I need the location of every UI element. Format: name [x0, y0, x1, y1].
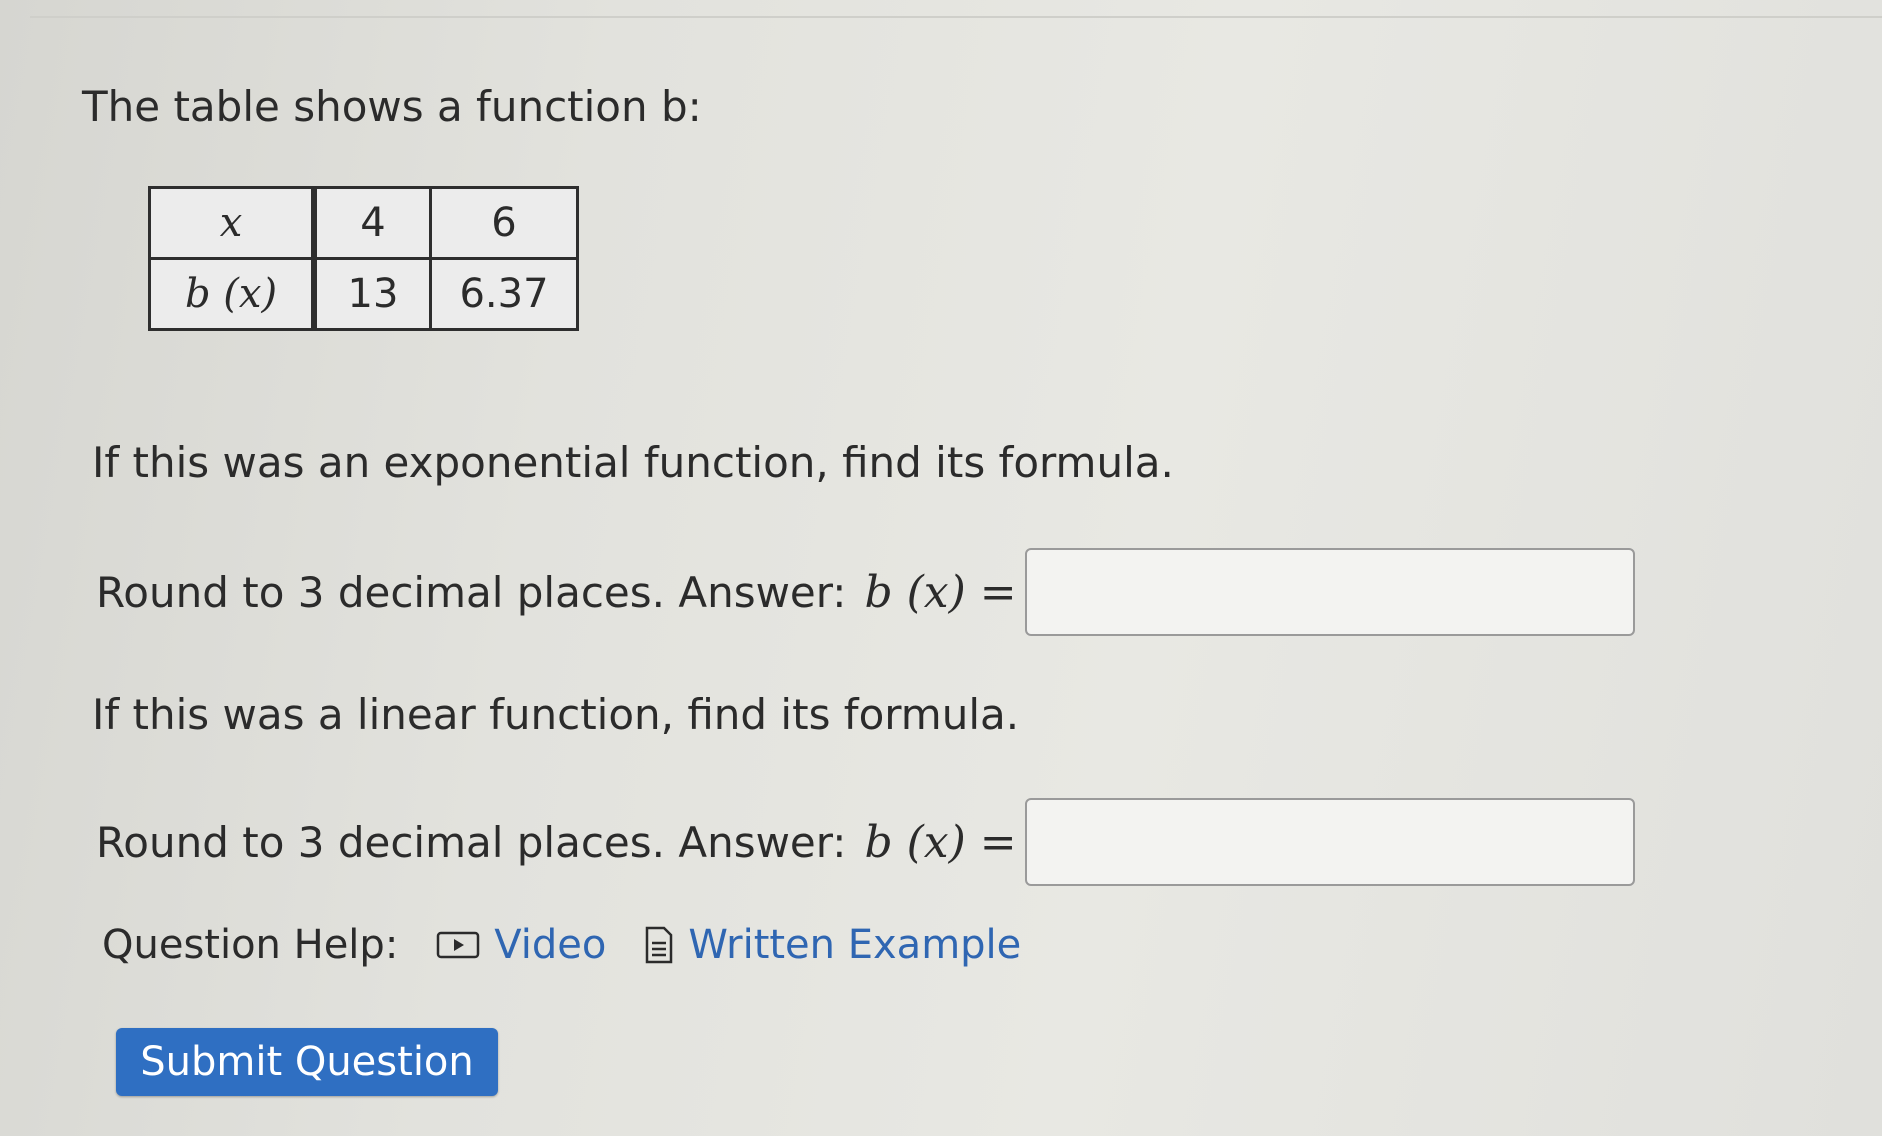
play-video-icon: [436, 930, 480, 960]
table-row-x: x 4 6: [148, 186, 579, 260]
answer-lhs-2: b (x) =: [864, 816, 1017, 868]
table-header-x: x: [148, 186, 317, 260]
table-cell-x-1: 4: [312, 186, 432, 260]
linear-prompt: If this was a linear function, find its …: [92, 690, 1020, 739]
round-instruction-1: Round to 3 decimal places. Answer:: [96, 567, 847, 617]
table-cell-bx-2: 6.37: [429, 257, 579, 331]
intro-text: The table shows a function b:: [82, 82, 702, 131]
question-help-label: Question Help:: [102, 922, 399, 968]
answer-lhs-1: b (x) =: [864, 566, 1017, 618]
video-help-label: Video: [494, 922, 607, 968]
top-divider: [30, 16, 1882, 18]
document-icon: [644, 925, 674, 965]
question-help: Question Help: Video Written Example: [102, 922, 1021, 968]
table-cell-bx-1: 13: [312, 257, 432, 331]
written-example-link[interactable]: Written Example: [644, 922, 1021, 968]
table-cell-x-2: 6: [429, 186, 579, 260]
submit-question-button[interactable]: Submit Question: [116, 1028, 498, 1096]
linear-answer-row: Round to 3 decimal places. Answer: b (x)…: [96, 798, 1635, 886]
exponential-answer-input[interactable]: [1024, 548, 1635, 636]
written-example-label: Written Example: [688, 922, 1022, 968]
function-table: x 4 6 b (x) 13 6.37: [148, 186, 579, 331]
question-intro: The table shows a function b:: [82, 82, 702, 131]
video-help-link[interactable]: Video: [436, 922, 606, 968]
table-header-bx: b (x): [148, 257, 317, 331]
exponential-prompt: If this was an exponential function, fin…: [92, 438, 1174, 487]
round-instruction-2: Round to 3 decimal places. Answer:: [96, 817, 847, 867]
table-row-bx: b (x) 13 6.37: [148, 257, 579, 331]
linear-answer-input[interactable]: [1024, 798, 1635, 886]
exponential-answer-row: Round to 3 decimal places. Answer: b (x)…: [96, 548, 1635, 636]
